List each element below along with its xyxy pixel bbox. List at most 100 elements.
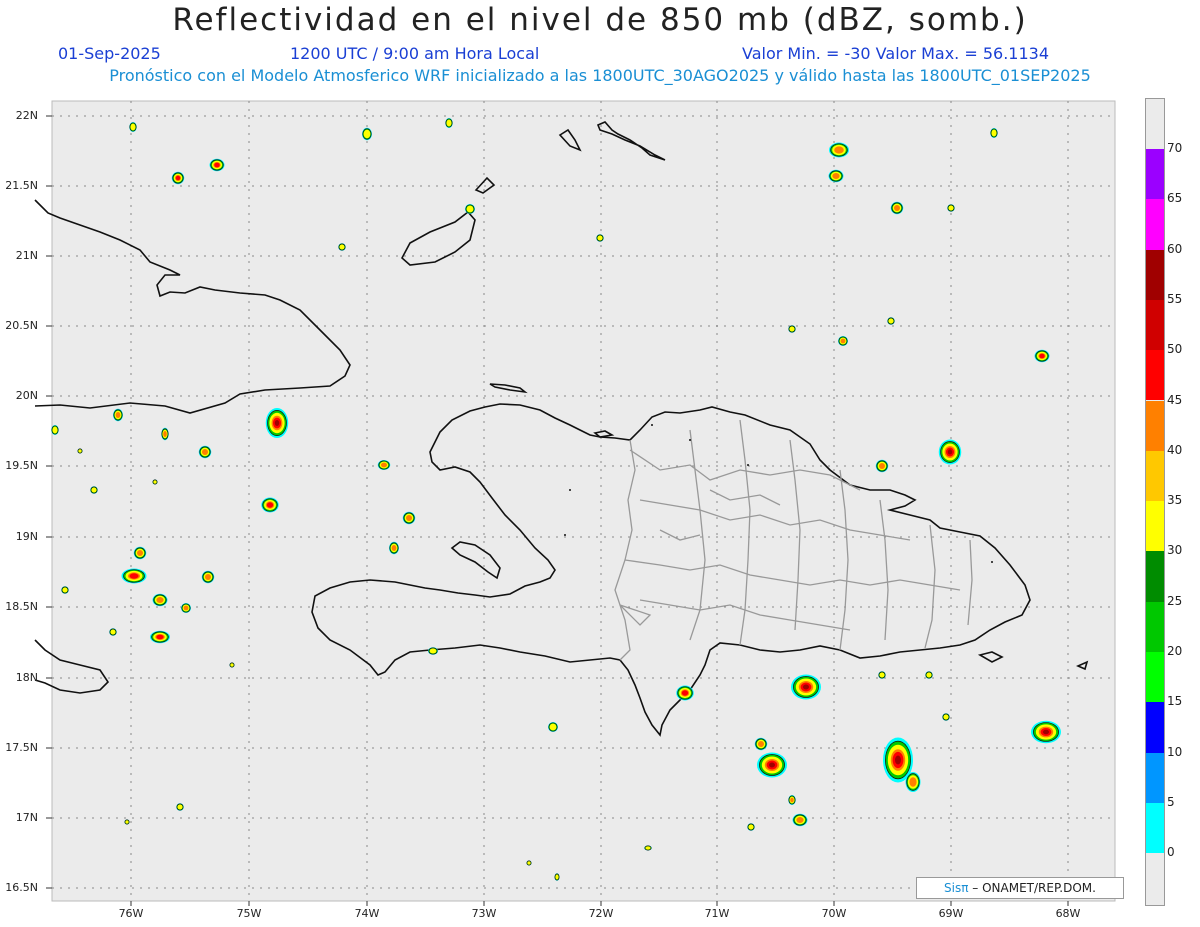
reflectivity-cell [113,408,123,422]
reflectivity-cell [445,118,453,128]
reflectivity-cell [161,427,169,441]
reflectivity-cell [362,127,372,141]
reflectivity-cell [791,674,821,700]
colorbar-label: 70 [1167,141,1183,155]
reflectivity-cell [905,772,921,792]
colorbar-segment [1146,350,1164,401]
lat-tick-label: 20N [15,389,38,402]
reflectivity-cell [1034,349,1050,363]
reflectivity-cell [133,546,147,560]
reflectivity-cell [526,860,532,866]
reflectivity-cell [51,425,59,435]
colorbar-label: 30 [1167,543,1183,558]
lon-tick-label: 75W [236,907,262,920]
colorbar-segment [1146,802,1164,854]
reflectivity-cell [644,845,652,851]
colorbar-label: 20 [1167,644,1183,658]
reflectivity-cell [792,813,808,827]
reflectivity-cell [150,630,170,644]
reflectivity-cell [828,169,844,183]
reflectivity-cell [428,647,438,655]
lat-tick-label: 21N [15,249,38,262]
province-borders [614,419,973,661]
reflectivity-cell [838,336,848,346]
reflectivity-cell [878,671,886,679]
lat-tick-label: 18N [15,671,38,684]
colorbar-label: 35 [1167,493,1183,508]
colorbar-label: 50 [1167,342,1183,357]
reflectivity-cell [61,586,69,594]
hispaniola-coast [311,403,1031,737]
reflectivity-cell [77,448,83,454]
reflectivity-cells [51,118,1061,881]
colorbar-label: 55 [1167,291,1183,306]
reflectivity-cell [947,204,955,212]
lon-tick-label: 69W [938,907,964,920]
reflectivity-cell [596,234,604,242]
bahamas-inagua [400,210,476,266]
reflectivity-cell [925,671,933,679]
reflectivity-cell [548,722,558,732]
lon-tick-label: 76W [118,907,144,920]
lon-tick-label: 73W [471,907,497,920]
reflectivity-cell [229,662,235,668]
credit-box: Sisπ – ONAMET/REP.DOM. [916,877,1124,899]
colorbar-label: 40 [1167,442,1183,457]
colorbar-segment [1146,199,1164,250]
map-layer [34,100,1116,906]
lat-tick-label: 17N [15,811,38,824]
colorbar-label: 15 [1167,694,1183,709]
reflectivity-cell [1031,720,1061,744]
colorbar-segment [1146,752,1164,803]
reflectivity-cell [121,568,147,584]
reflectivity-cell [171,171,185,185]
reflectivity-cell [829,142,849,158]
reflectivity-cell [209,158,225,172]
reflectivity-cell [676,685,694,701]
reflectivity-cell [890,201,904,215]
graticule [52,101,1115,901]
reflectivity-cell [181,603,191,613]
reflectivity-cell [124,819,130,825]
colorbar-label: 10 [1167,744,1183,759]
reflectivity-cell [265,408,289,438]
lat-tick-label: 22N [15,109,38,122]
reflectivity-cell [389,541,399,555]
reflectivity-cell [176,803,184,811]
coastlines [34,121,1089,737]
colorbar-label: 25 [1167,593,1183,608]
reflectivity-cell [402,511,416,525]
map-frame [51,100,1116,902]
lon-tick-label: 70W [821,907,847,920]
lat-tick-label: 16.5N [5,881,38,894]
colorbar-label: 60 [1167,241,1183,256]
colorbar-label: 5 [1167,794,1175,809]
lat-tick-label: 19.5N [5,459,38,472]
reflectivity-cell [887,317,895,325]
colorbar-label: 65 [1167,191,1183,206]
reflectivity-cell [201,570,215,584]
lon-tick-label: 71W [704,907,730,920]
reflectivity-cell [754,737,768,751]
reflectivity-cell [338,243,346,251]
colorbar [1145,98,1165,906]
colorbar-label: 0 [1167,845,1175,860]
reflectivity-cell [554,873,560,881]
colorbar-segment [1146,501,1164,552]
lat-tick-label: 19N [15,530,38,543]
colorbar-segment [1146,299,1164,351]
lon-tick-label: 68W [1055,907,1081,920]
small-islands [564,424,993,563]
reflectivity-cell [875,459,889,473]
reflectivity-cell [942,713,950,721]
colorbar-segment [1146,551,1164,602]
reflectivity-cell [129,122,137,132]
reflectivity-cell [788,795,796,805]
lon-tick-label: 72W [588,907,614,920]
lon-tick-label: 74W [354,907,380,920]
colorbar-label: 45 [1167,392,1183,407]
lat-tick-label: 20.5N [5,319,38,332]
reflectivity-cell [938,439,962,465]
reflectivity-cell [261,497,279,513]
reflectivity-cell [109,628,117,636]
